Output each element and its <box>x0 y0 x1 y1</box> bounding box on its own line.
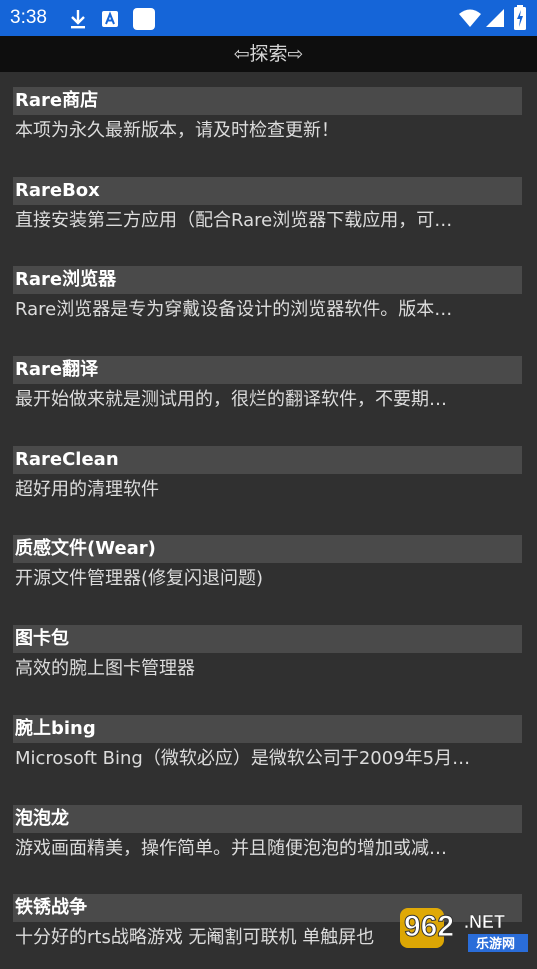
item-title: Rare商店 <box>15 90 99 111</box>
item-title-bar: 质感文件(Wear) <box>13 535 522 564</box>
list-item[interactable]: RareBox 直接安装第三方应用（配合Rare浏览器下载应用，可… <box>0 162 537 252</box>
item-description: 游戏画面精美，操作简单。并且随便泡泡的增加或减… <box>15 837 447 859</box>
watermark-number: 962 <box>404 910 454 943</box>
item-title: Rare浏览器 <box>15 269 117 291</box>
battery-charging-icon <box>513 5 527 35</box>
list-item[interactable]: 腕上bing Microsoft Bing（微软必应）是微软公司于2009年5月… <box>0 700 537 790</box>
item-description: 直接安装第三方应用（配合Rare浏览器下载应用，可… <box>15 209 453 231</box>
watermark-suffix: .NET <box>464 912 505 932</box>
download-icon <box>68 8 88 34</box>
item-description: 高效的腕上图卡管理器 <box>15 658 195 680</box>
item-title: Rare翻译 <box>15 359 99 381</box>
item-title: 泡泡龙 <box>15 807 69 829</box>
signal-icon <box>484 7 506 33</box>
wifi-icon <box>458 7 482 33</box>
square-notification-icon <box>132 8 156 34</box>
item-description: Microsoft Bing（微软必应）是微软公司于2009年5月… <box>15 747 471 769</box>
status-bar: 3:38 <box>0 0 537 36</box>
item-title-bar: Rare翻译 <box>13 356 522 385</box>
list-item[interactable]: Rare商店 本项为永久最新版本，请及时检查更新！ <box>0 72 537 162</box>
item-title-bar: RareClean <box>13 445 522 474</box>
list-item[interactable]: 质感文件(Wear) 开源文件管理器(修复闪退问题) <box>0 520 537 610</box>
item-title: 图卡包 <box>15 628 69 650</box>
watermark-logo: 962 .NET 乐游网 <box>398 902 532 954</box>
item-description: 超好用的清理软件 <box>15 478 159 500</box>
list-item[interactable]: RareClean 超好用的清理软件 <box>0 431 537 521</box>
item-description: Rare浏览器是专为穿戴设备设计的浏览器软件。版本… <box>15 299 453 321</box>
list-item[interactable]: Rare翻译 最开始做来就是测试用的，很烂的翻译软件，不要期… <box>0 341 537 431</box>
item-title: 质感文件(Wear) <box>15 538 156 560</box>
item-title-bar: Rare浏览器 <box>13 266 522 295</box>
status-time: 3:38 <box>10 7 47 28</box>
accessibility-icon <box>100 8 120 34</box>
list-item[interactable]: 泡泡龙 游戏画面精美，操作简单。并且随便泡泡的增加或减… <box>0 790 537 880</box>
item-title-bar: RareBox <box>13 176 522 205</box>
app-list: Rare商店 本项为永久最新版本，请及时检查更新！ RareBox 直接安装第三… <box>0 72 537 969</box>
item-description: 本项为永久最新版本，请及时检查更新！ <box>15 120 339 141</box>
item-title: 腕上bing <box>15 717 96 739</box>
page-title[interactable]: ⇦探索⇨ <box>0 36 537 72</box>
list-item[interactable]: 图卡包 高效的腕上图卡管理器 <box>0 610 537 700</box>
item-description: 开源文件管理器(修复闪退问题) <box>15 568 264 590</box>
item-title-bar: 泡泡龙 <box>13 804 522 833</box>
item-title: RareClean <box>15 448 119 470</box>
item-title: 铁锈战争 <box>15 897 87 919</box>
item-title-bar: Rare商店 <box>13 87 522 115</box>
item-title-bar: 图卡包 <box>13 625 522 654</box>
watermark-subtitle: 乐游网 <box>476 936 515 952</box>
item-title-bar: 腕上bing <box>13 714 522 743</box>
list-item[interactable]: Rare浏览器 Rare浏览器是专为穿戴设备设计的浏览器软件。版本… <box>0 251 537 341</box>
item-description: 最开始做来就是测试用的，很烂的翻译软件，不要期… <box>15 389 447 411</box>
item-title: RareBox <box>15 179 100 201</box>
app-bar: ⇦探索⇨ <box>0 36 537 72</box>
